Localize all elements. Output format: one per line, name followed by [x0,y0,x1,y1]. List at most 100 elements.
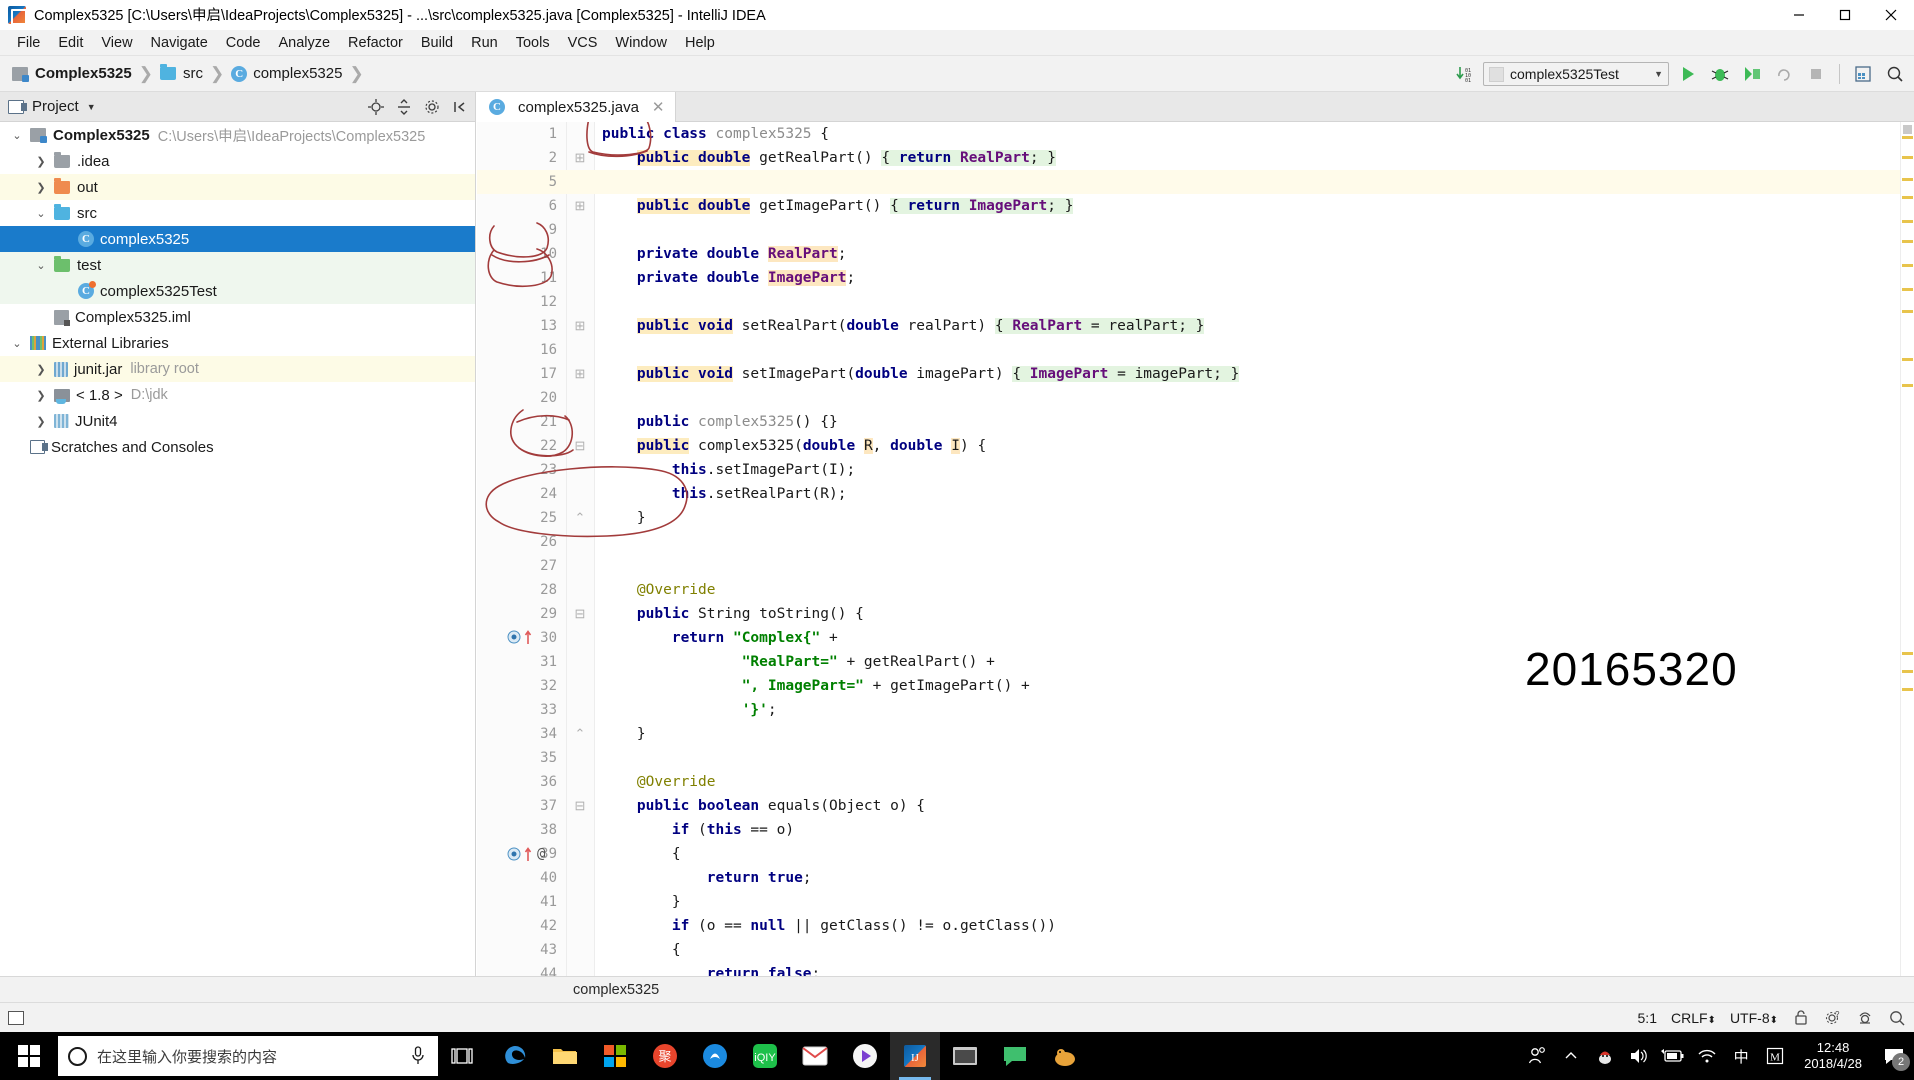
close-icon[interactable]: ✕ [652,98,665,116]
menu-item-window[interactable]: Window [606,33,676,53]
microphone-icon[interactable] [410,1046,428,1066]
debug-button[interactable] [1707,61,1733,87]
code-line[interactable]: 34 ⌃ } [477,722,1914,746]
code-line[interactable]: 2 ⊞ public double getRealPart() { return … [477,146,1914,170]
code-line[interactable]: 24 this.setRealPart(R); [477,482,1914,506]
run-with-coverage-button[interactable] [1739,61,1765,87]
chevron-right-icon[interactable]: ❯ [34,389,48,402]
wifi-icon[interactable] [1690,1032,1724,1080]
code-fold-icon[interactable]: ⊟ [572,798,588,814]
battery-charging-icon[interactable] [1656,1032,1690,1080]
taskbar-app-iqiyi[interactable]: iQIY [740,1032,790,1080]
tree-item--idea[interactable]: ❯ .idea [0,148,475,174]
menu-item-analyze[interactable]: Analyze [269,33,339,53]
chevron-right-icon[interactable]: ❯ [34,155,48,168]
search-everywhere-icon[interactable] [1882,61,1908,87]
close-button[interactable] [1868,0,1914,30]
ime-mode-icon[interactable]: 中 [1724,1032,1758,1080]
code-line[interactable]: 35 [477,746,1914,770]
menu-item-code[interactable]: Code [217,33,270,53]
taskbar-app-mail[interactable] [790,1032,840,1080]
chevron-right-icon[interactable]: ❯ [34,181,48,194]
menu-item-build[interactable]: Build [412,33,462,53]
editor-breadcrumb[interactable]: complex5325 [477,976,1914,1002]
taskbar-search[interactable]: 在这里输入你要搜索的内容 [58,1036,438,1076]
inspections-gear-icon[interactable]: ? [1824,1009,1842,1027]
hector-icon[interactable] [1856,1009,1874,1027]
updates-icon[interactable] [1850,61,1876,87]
menu-item-refactor[interactable]: Refactor [339,33,412,53]
code-line[interactable]: 5 [477,170,1914,194]
code-line[interactable]: 44 return false; [477,962,1914,976]
chevron-down-icon[interactable]: ⌄ [10,337,24,350]
lock-icon[interactable] [1792,1009,1810,1027]
taskbar-app-file-explorer[interactable] [540,1032,590,1080]
code-line[interactable]: 11 private double ImagePart; [477,266,1914,290]
code-fold-icon[interactable]: ⌃ [572,510,588,526]
tree-item-scratches-and-consoles[interactable]: Scratches and Consoles [0,434,475,460]
code-line[interactable]: 6 ⊞ public double getImagePart() { return… [477,194,1914,218]
code-line[interactable]: 33 '}'; [477,698,1914,722]
code-line[interactable]: 16 [477,338,1914,362]
tree-item-junit4[interactable]: ❯ JUnit4 [0,408,475,434]
code-line[interactable]: 40 return true; [477,866,1914,890]
chevron-down-icon[interactable]: ⌄ [34,259,48,272]
tree-item-out[interactable]: ❯ out [0,174,475,200]
update-project-icon[interactable]: 01 10 01 [1453,62,1477,86]
code-line[interactable]: 13 ⊞ public void setRealPart(double realP… [477,314,1914,338]
code-line[interactable]: 20 [477,386,1914,410]
code-fold-icon[interactable]: ⊞ [572,198,588,214]
file-encoding[interactable]: UTF-8⬍ [1730,1010,1778,1026]
tree-item-external-libraries[interactable]: ⌄ External Libraries [0,330,475,356]
code-line[interactable]: 9 [477,218,1914,242]
tray-app-icon[interactable] [1588,1032,1622,1080]
code-content[interactable]: 1 public class complex5325 {2 ⊞ public dou… [477,122,1914,976]
code-fold-icon[interactable]: ⊞ [572,366,588,382]
breadcrumb-item-src[interactable]: src [183,65,203,82]
action-center-button[interactable]: 2 [1874,1032,1914,1080]
code-line[interactable]: 12 [477,290,1914,314]
code-fold-icon[interactable]: ⊟ [572,438,588,454]
code-fold-icon[interactable]: ⊞ [572,318,588,334]
code-line[interactable]: 39 { [477,842,1914,866]
maximize-button[interactable] [1822,0,1868,30]
menu-item-navigate[interactable]: Navigate [142,33,217,53]
code-line[interactable]: 38 if (this == o) [477,818,1914,842]
locate-file-icon[interactable] [367,98,385,116]
menu-item-tools[interactable]: Tools [507,33,559,53]
minimize-button[interactable] [1776,0,1822,30]
code-line[interactable]: 28 @Override [477,578,1914,602]
chevron-right-icon[interactable]: ❯ [34,415,48,428]
stop-button[interactable] [1803,61,1829,87]
menu-item-help[interactable]: Help [676,33,724,53]
code-line[interactable]: 41 } [477,890,1914,914]
tree-item-src[interactable]: ⌄ src [0,200,475,226]
code-line[interactable]: 37 ⊟ public boolean equals(Object o) { [477,794,1914,818]
code-line[interactable]: 1 public class complex5325 { [477,122,1914,146]
code-line[interactable]: 36 @Override [477,770,1914,794]
code-line[interactable]: 21 public complex5325() {} [477,410,1914,434]
menu-item-run[interactable]: Run [462,33,507,53]
toggle-toolbar-icon[interactable] [8,1010,24,1025]
code-line[interactable]: 23 this.setImagePart(I); [477,458,1914,482]
menu-item-edit[interactable]: Edit [49,33,92,53]
run-configuration-selector[interactable]: complex5325Test ▼ [1483,62,1669,86]
taskbar-app-microsoft-store[interactable] [590,1032,640,1080]
project-tree[interactable]: ⌄ Complex5325 C:\Users\申启\IdeaProjects\Com… [0,122,476,976]
tree-item-junit-jar[interactable]: ❯ junit.jar library root [0,356,475,382]
breadcrumb-item-project[interactable]: Complex5325 [35,65,132,82]
taskbar-app-ju[interactable]: 聚 [640,1032,690,1080]
collapse-all-icon[interactable] [395,98,413,116]
caret-position[interactable]: 5:1 [1638,1010,1657,1026]
menu-item-file[interactable]: File [8,33,49,53]
code-line[interactable]: 25 ⌃ } [477,506,1914,530]
tree-item-complex5325[interactable]: ⌄ Complex5325 C:\Users\申启\IdeaProjects\Com… [0,122,475,148]
tree-item-complex5325[interactable]: Ccomplex5325 [0,226,475,252]
task-view-button[interactable] [438,1032,486,1080]
chevron-right-icon[interactable]: ❯ [34,363,48,376]
menu-item-vcs[interactable]: VCS [559,33,607,53]
code-fold-icon[interactable]: ⌃ [572,726,588,742]
clock[interactable]: 12:48 2018/4/28 [1792,1040,1874,1072]
code-line[interactable]: 26 [477,530,1914,554]
rerun-button[interactable] [1771,61,1797,87]
